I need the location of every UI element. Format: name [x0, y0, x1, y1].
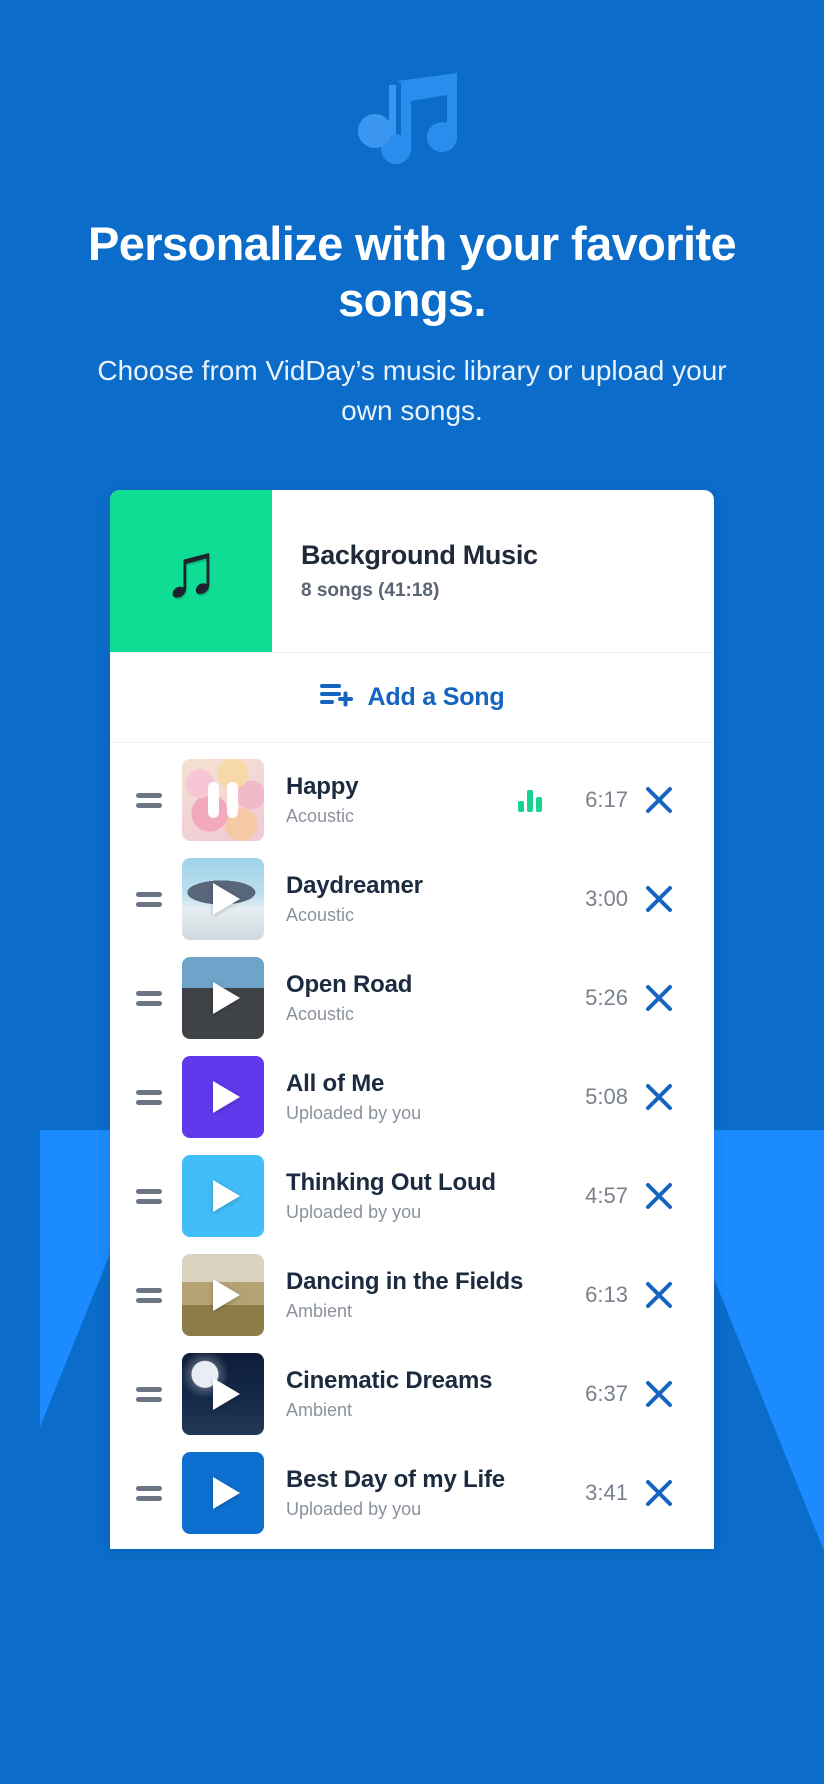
remove-song-button[interactable] — [628, 1280, 690, 1310]
song-thumbnail[interactable] — [182, 1254, 264, 1337]
song-row: Dancing in the Fields Ambient 6:13 — [110, 1246, 714, 1345]
card-title: Background Music — [301, 539, 538, 570]
card-bottom-spacer — [110, 1543, 714, 1549]
song-title: Happy — [286, 773, 359, 801]
song-title: Best Day of my Life — [286, 1466, 505, 1494]
close-icon — [644, 983, 674, 1013]
close-icon — [644, 1379, 674, 1409]
play-icon[interactable] — [182, 1056, 264, 1138]
song-duration: 5:26 — [585, 985, 628, 1011]
song-title: All of Me — [286, 1070, 385, 1098]
album-art: ♫ — [110, 489, 272, 652]
song-thumbnail[interactable] — [182, 759, 264, 842]
song-info: Cinematic Dreams Ambient — [264, 1367, 518, 1421]
song-title: Thinking Out Loud — [286, 1169, 496, 1197]
song-thumbnail[interactable] — [182, 1353, 264, 1436]
song-duration: 5:08 — [585, 1084, 628, 1110]
diagonal-accent-mask — [0, 1130, 40, 1784]
close-icon — [644, 884, 674, 914]
close-icon — [644, 1082, 674, 1112]
drag-handle-icon[interactable] — [132, 1485, 172, 1501]
page-title: Personalize with your favorite songs. — [87, 217, 737, 327]
add-song-label: Add a Song — [367, 682, 505, 711]
remove-song-button[interactable] — [628, 884, 690, 914]
remove-song-button[interactable] — [628, 1082, 690, 1112]
drag-handle-icon[interactable] — [132, 1188, 172, 1204]
card-header-text: Background Music 8 songs (41:18) — [272, 490, 714, 652]
song-thumbnail[interactable] — [182, 1452, 264, 1535]
song-thumbnail[interactable] — [182, 858, 264, 941]
song-list: Happy Acoustic 6:17 Daydreamer Acoustic … — [110, 743, 714, 1543]
song-row: Best Day of my Life Uploaded by you 3:41 — [110, 1444, 714, 1543]
song-row: Cinematic Dreams Ambient 6:37 — [110, 1345, 714, 1444]
song-duration: 6:13 — [585, 1282, 628, 1308]
song-subtitle: Uploaded by you — [286, 1103, 422, 1124]
music-notes-icon — [0, 72, 824, 182]
song-subtitle: Ambient — [286, 1400, 353, 1421]
drag-handle-icon[interactable] — [132, 792, 172, 808]
song-row: Thinking Out Loud Uploaded by you 4:57 — [110, 1147, 714, 1246]
add-song-button[interactable]: Add a Song — [110, 652, 714, 743]
song-subtitle: Acoustic — [286, 905, 355, 926]
song-duration: 6:17 — [585, 787, 628, 813]
song-info: Dancing in the Fields Ambient — [264, 1268, 524, 1322]
song-duration: 3:00 — [585, 886, 628, 912]
song-subtitle: Acoustic — [286, 1004, 355, 1025]
playlist-add-icon — [319, 682, 354, 713]
drag-handle-icon[interactable] — [132, 1386, 172, 1402]
song-title: Daydreamer — [286, 872, 423, 900]
song-duration: 4:57 — [585, 1183, 628, 1209]
card-header: ♫ Background Music 8 songs (41:18) — [110, 489, 714, 653]
drag-handle-icon[interactable] — [132, 990, 172, 1006]
drag-handle-icon[interactable] — [132, 1287, 172, 1303]
music-note-icon: ♫ — [162, 527, 220, 613]
song-subtitle: Uploaded by you — [286, 1499, 422, 1520]
play-icon[interactable] — [182, 1353, 264, 1435]
play-icon[interactable] — [182, 1155, 264, 1237]
remove-song-button[interactable] — [628, 983, 690, 1013]
background-music-card: ♫ Background Music 8 songs (41:18) Add a… — [110, 489, 714, 1549]
remove-song-button[interactable] — [628, 1478, 690, 1508]
song-subtitle: Acoustic — [286, 806, 355, 827]
song-row: Open Road Acoustic 5:26 — [110, 949, 714, 1048]
remove-song-button[interactable] — [628, 785, 690, 815]
close-icon — [644, 1478, 674, 1508]
song-thumbnail[interactable] — [182, 957, 264, 1040]
card-meta: 8 songs (41:18) — [301, 579, 440, 601]
remove-song-button[interactable] — [628, 1379, 690, 1409]
remove-song-button[interactable] — [628, 1181, 690, 1211]
drag-handle-icon[interactable] — [132, 891, 172, 907]
song-info: All of Me Uploaded by you — [264, 1070, 518, 1124]
close-icon — [644, 1181, 674, 1211]
play-icon[interactable] — [182, 858, 264, 940]
song-title: Open Road — [286, 971, 413, 999]
song-duration: 3:41 — [585, 1480, 628, 1506]
close-icon — [644, 1280, 674, 1310]
song-thumbnail[interactable] — [182, 1155, 264, 1238]
play-icon[interactable] — [182, 1254, 264, 1336]
song-subtitle: Uploaded by you — [286, 1202, 422, 1223]
song-title: Dancing in the Fields — [286, 1268, 524, 1296]
drag-handle-icon[interactable] — [132, 1089, 172, 1105]
page-subtitle: Choose from VidDay’s music library or up… — [97, 354, 727, 427]
song-row: All of Me Uploaded by you 5:08 — [110, 1048, 714, 1147]
song-row: Happy Acoustic 6:17 — [110, 751, 714, 850]
song-info: Best Day of my Life Uploaded by you — [264, 1466, 518, 1520]
song-info: Daydreamer Acoustic — [264, 872, 518, 926]
play-icon[interactable] — [182, 1452, 264, 1534]
close-icon — [644, 785, 674, 815]
song-title: Cinematic Dreams — [286, 1367, 493, 1395]
pause-icon[interactable] — [182, 759, 264, 841]
hero-section: Personalize with your favorite songs. Ch… — [0, 0, 824, 432]
song-duration: 6:37 — [585, 1381, 628, 1407]
song-info: Thinking Out Loud Uploaded by you — [264, 1169, 518, 1223]
song-thumbnail[interactable] — [182, 1056, 264, 1139]
song-info: Happy Acoustic — [264, 773, 518, 827]
song-subtitle: Ambient — [286, 1301, 353, 1322]
song-info: Open Road Acoustic — [264, 971, 518, 1025]
play-icon[interactable] — [182, 957, 264, 1039]
equalizer-icon — [518, 788, 542, 813]
song-row: Daydreamer Acoustic 3:00 — [110, 850, 714, 949]
